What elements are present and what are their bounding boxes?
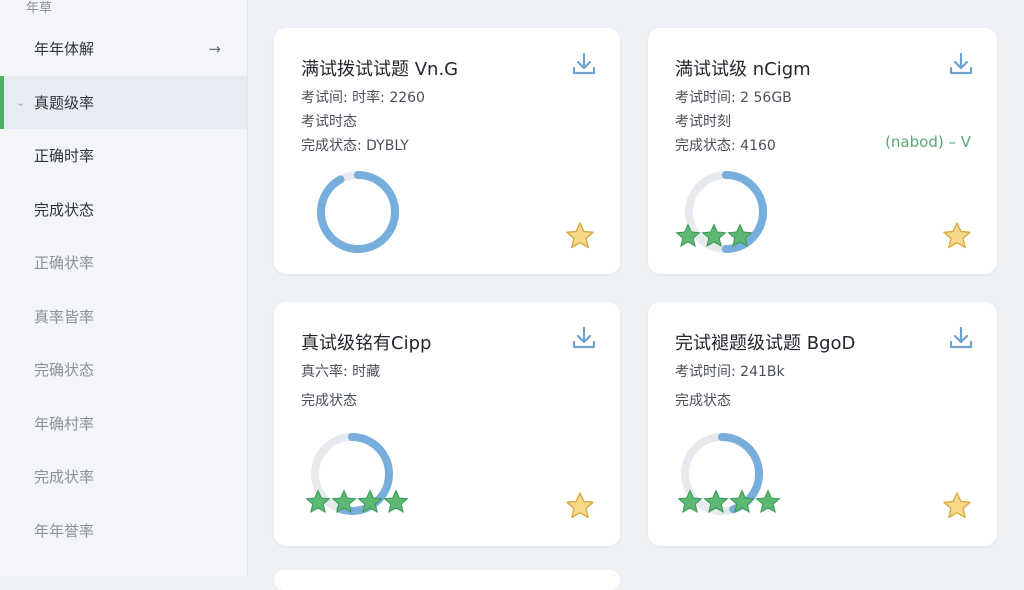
sidebar-item-0[interactable]: 年年体解 → — [0, 22, 247, 76]
star-icon[interactable] — [941, 220, 973, 252]
sidebar-item-6[interactable]: 完确状态 — [0, 343, 247, 397]
star-icon[interactable] — [564, 220, 596, 252]
exam-card[interactable]: 满试拨试试题 Vn.G 考试间: 时率: 2260 考试时态 完成状态: DYB… — [274, 28, 620, 274]
exam-card[interactable]: 真试级铭有Cipp 真六率: 时藏 完成状态 — [274, 302, 620, 546]
download-icon[interactable] — [570, 324, 598, 352]
green-star-icon — [703, 489, 729, 514]
green-star-icon — [331, 489, 357, 514]
sidebar-item-label: 真率皆率 — [34, 307, 95, 326]
card-detail: 考试时间: 2 56GB — [675, 90, 792, 106]
card-detail: 完成状态 — [675, 393, 731, 409]
sidebar-item-8[interactable]: 完成状率 — [0, 450, 247, 504]
card-detail: 考试时态 — [301, 114, 357, 130]
card-title: 完试褪题级试题 BgoD — [675, 333, 856, 354]
sidebar-item-4[interactable]: 正确状率 — [0, 236, 247, 290]
exam-card[interactable]: 完试褪题级试题 BgoD 考试时间: 241Bk 完成状态 — [648, 302, 997, 546]
next-card-stub — [274, 570, 620, 590]
card-detail: 完成状态: 4160 — [675, 138, 776, 154]
download-icon[interactable] — [947, 324, 975, 352]
green-star-icon — [727, 223, 753, 248]
download-icon[interactable] — [947, 50, 975, 78]
green-star-icon — [755, 489, 781, 514]
progress-ring — [317, 171, 399, 253]
sidebar-item-label: 正确时率 — [34, 147, 95, 166]
sidebar-item-label: 正确状率 — [34, 254, 95, 273]
sidebar-item-5[interactable]: 真率皆率 — [0, 290, 247, 344]
sidebar-item-9[interactable]: 年年誉率 — [0, 504, 247, 558]
arrow-right-icon: → — [208, 39, 221, 58]
download-icon[interactable] — [570, 50, 598, 78]
sidebar-list: 年年体解 → ⌄ 真题级率 正确时率 完成状态 正确状率 真率皆率 完确状态 年… — [0, 22, 247, 557]
card-detail: 考试时刻 — [675, 114, 731, 130]
star-icon[interactable] — [564, 490, 596, 522]
sidebar-item-2[interactable]: 正确时率 — [0, 129, 247, 183]
card-title: 真试级铭有Cipp — [301, 333, 432, 354]
green-star-icon — [675, 223, 701, 248]
card-detail: 真六率: 时藏 — [301, 364, 381, 380]
rating-stars — [676, 488, 781, 516]
card-detail: 完成状态 — [301, 393, 357, 409]
sidebar-item-7[interactable]: 年确村率 — [0, 397, 247, 451]
green-star-icon — [677, 489, 703, 514]
green-star-icon — [383, 489, 409, 514]
rating-stars — [304, 488, 409, 516]
sidebar-header: 年草 — [26, 1, 53, 16]
exam-card[interactable]: 満试试级 nCigm 考试时间: 2 56GB 考试时刻 完成状态: 4160 … — [648, 28, 997, 274]
sidebar-item-label: 完成状态 — [34, 200, 95, 219]
card-status-link[interactable]: (nabod) – V — [885, 133, 971, 151]
card-title: 満试试级 nCigm — [675, 59, 811, 80]
sidebar-item-1[interactable]: ⌄ 真题级率 — [0, 75, 247, 129]
sidebar-item-label: 年确村率 — [34, 414, 95, 433]
sidebar-item-label: 真题级率 — [34, 93, 95, 112]
card-detail: 考试间: 时率: 2260 — [301, 90, 425, 106]
card-title: 满试拨试试题 Vn.G — [301, 59, 459, 80]
sidebar-item-label: 完确状态 — [34, 361, 95, 380]
chevron-down-icon: ⌄ — [16, 95, 26, 109]
rating-stars — [674, 222, 753, 250]
green-star-icon — [701, 223, 727, 248]
sidebar-item-3[interactable]: 完成状态 — [0, 183, 247, 237]
card-detail: 考试时间: 241Bk — [675, 364, 785, 380]
green-star-icon — [357, 489, 383, 514]
sidebar-item-label: 年年体解 — [34, 40, 95, 59]
green-star-icon — [305, 489, 331, 514]
card-detail: 完成状态: DYBLY — [301, 138, 409, 154]
sidebar: 年草 年年体解 → ⌄ 真题级率 正确时率 完成状态 正确状率 真率皆率 完确状… — [0, 0, 248, 576]
green-star-icon — [729, 489, 755, 514]
sidebar-item-label: 完成状率 — [34, 468, 95, 487]
sidebar-item-label: 年年誉率 — [34, 521, 95, 540]
star-icon[interactable] — [941, 490, 973, 522]
